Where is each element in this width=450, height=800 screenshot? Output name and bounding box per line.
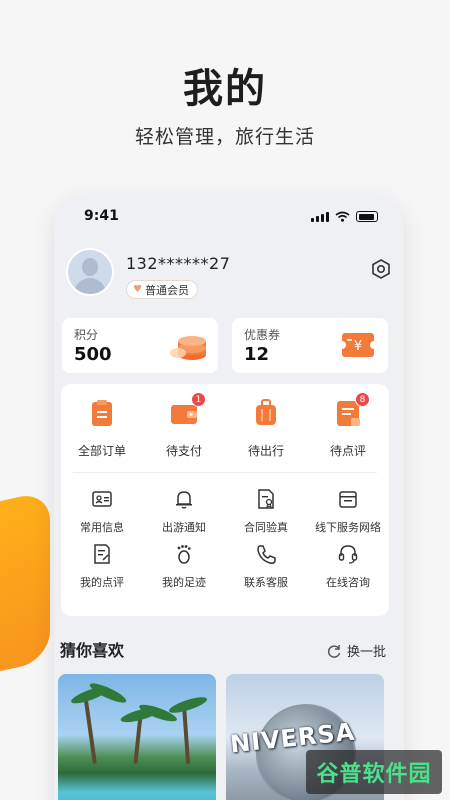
refresh-label: 换一批 [346,645,386,660]
order-all[interactable]: 全部订单 [61,398,143,459]
battery-icon [356,211,378,222]
service-label: 在线咨询 [326,576,370,589]
store-icon [339,491,357,508]
recommend-card-tropical-resort[interactable] [58,674,216,800]
points-value: 500 [74,344,112,365]
settings-icon[interactable] [370,258,392,280]
clipboard-icon [92,400,112,426]
order-upcoming-trip[interactable]: 待出行 [225,398,307,459]
status-time: 9:41 [84,208,119,224]
coupon-ticket-icon: ¥ [338,333,378,357]
svg-text:¥: ¥ [354,339,362,354]
service-label: 合同验真 [244,521,288,534]
service-my-reviews[interactable]: 我的点评 [61,543,143,590]
order-label: 全部订单 [77,444,126,458]
services-grid: 常用信息 出游通知 合同验真 线下服务网络 我的点评 我的足迹 联系客服 在线咨… [61,488,389,590]
service-travel-notice[interactable]: 出游通知 [143,488,225,535]
service-contract-verify[interactable]: 合同验真 [225,488,307,535]
divider [73,472,377,473]
service-common-info[interactable]: 常用信息 [61,488,143,535]
coupons-label: 优惠券 [244,328,281,342]
order-pending-review[interactable]: 8 待点评 [307,392,389,459]
order-label: 待出行 [247,444,284,458]
profile-header: 132******27 ♥ 普通会员 [66,248,392,304]
coupons-value: 12 [244,344,270,365]
service-label: 我的足迹 [162,576,206,589]
service-online-consult[interactable]: 在线咨询 [307,543,389,590]
refresh-button[interactable]: 换一批 [326,641,386,660]
page-subtitle: 轻松管理，旅行生活 [134,126,315,148]
coins-icon [170,336,206,360]
order-pending-payment[interactable]: 1 待支付 [143,392,225,459]
order-label: 待点评 [329,444,366,458]
member-level-badge[interactable]: ♥ 普通会员 [126,280,198,299]
order-label: 待支付 [165,444,202,458]
heart-icon: ♥ [133,284,142,295]
service-label: 常用信息 [80,521,124,534]
notification-badge: 1 [191,392,206,407]
service-label: 联系客服 [244,576,288,589]
avatar[interactable] [66,248,114,296]
orders-services-card: 全部订单 1 待支付 待出行 8 待点评 常用信息 出游通知 合同验真 线下服务… [61,384,389,616]
service-label: 出游通知 [162,521,206,534]
contract-icon [258,489,274,509]
coupons-card[interactable]: 优惠券 12 ¥ [232,318,388,373]
decorative-orange-shape [0,490,50,680]
bell-icon [176,491,192,509]
signal-icon [311,211,329,222]
site-watermark: 谷普软件园 [306,750,442,794]
edit-note-icon [94,544,110,564]
phone-mockup: 9:41 132******27 ♥ 普通会员 积分 500 优惠券 12 ¥ … [54,196,404,800]
points-label: 积分 [74,328,99,342]
wifi-icon [335,211,350,222]
page-title: 我的 [183,66,267,112]
service-label: 线下服务网络 [315,521,381,534]
refresh-icon [327,644,341,658]
headset-icon [338,545,358,564]
member-level-label: 普通会员 [144,283,189,297]
phone-icon [257,545,276,564]
points-card[interactable]: 积分 500 [62,318,218,373]
footprint-icon [177,545,191,564]
id-card-icon [92,491,112,507]
service-offline-network[interactable]: 线下服务网络 [307,488,389,535]
notification-badge: 8 [355,392,370,407]
service-label: 我的点评 [80,576,124,589]
user-phone: 132******27 [126,254,231,273]
status-icons [311,211,378,222]
suitcase-icon [256,399,276,425]
order-status-row: 全部订单 1 待支付 待出行 8 待点评 [61,392,389,459]
status-bar: 9:41 [84,208,378,226]
service-contact-support[interactable]: 联系客服 [225,543,307,590]
recommend-title: 猜你喜欢 [60,641,125,660]
service-my-footprints[interactable]: 我的足迹 [143,543,225,590]
